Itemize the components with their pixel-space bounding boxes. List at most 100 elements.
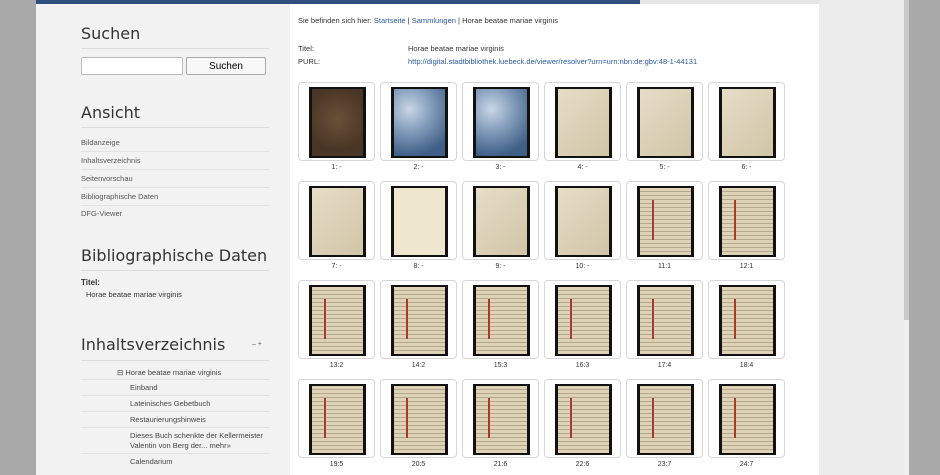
toc-item-root[interactable]: ⊟ Horae beatae mariae virginis [117, 368, 221, 377]
thumbnail-item[interactable]: 11:1 [626, 181, 703, 270]
page-scan-image[interactable] [637, 186, 694, 257]
thumbnail-frame[interactable] [462, 82, 539, 161]
thumbnail-frame[interactable] [544, 181, 621, 260]
thumbnail-item[interactable]: 10: - [544, 181, 621, 270]
purl-link[interactable]: http://digital.stadtbibliothek.luebeck.d… [408, 57, 697, 66]
thumbnail-item[interactable]: 1: - [298, 82, 375, 171]
thumbnail-item[interactable]: 17:4 [626, 280, 703, 369]
scrollbar-thumb[interactable] [904, 0, 909, 320]
thumbnail-item[interactable]: 6: - [708, 82, 785, 171]
page-scan-image[interactable] [555, 87, 612, 158]
thumbnail-item[interactable]: 8: - [380, 181, 457, 270]
thumbnail-item[interactable]: 23:7 [626, 379, 703, 468]
thumbnail-frame[interactable] [708, 379, 785, 458]
page-scan-image[interactable] [719, 384, 776, 455]
page-scan-image[interactable] [637, 285, 694, 356]
thumbnail-frame[interactable] [626, 82, 703, 161]
page-scan-image[interactable] [309, 87, 366, 158]
page-scan-image[interactable] [391, 285, 448, 356]
page-scan-image[interactable] [473, 186, 530, 257]
view-link-page-preview[interactable]: Seitenvorschau [81, 174, 133, 183]
page-scan-image[interactable] [473, 87, 530, 158]
thumbnail-frame[interactable] [708, 280, 785, 359]
page-scan-image[interactable] [719, 186, 776, 257]
thumbnail-label: 7: - [331, 263, 342, 270]
thumbnail-frame[interactable] [380, 379, 457, 458]
page-scan-image[interactable] [637, 384, 694, 455]
page-scan-image[interactable] [555, 285, 612, 356]
toc-item-einband[interactable]: Einband [130, 383, 158, 392]
page-scan-image[interactable] [391, 87, 448, 158]
rubric-mark [734, 398, 736, 438]
page-scan-image[interactable] [391, 186, 448, 257]
page-scan-image[interactable] [391, 384, 448, 455]
thumbnail-item[interactable]: 12:1 [708, 181, 785, 270]
thumbnail-item[interactable]: 5: - [626, 82, 703, 171]
search-button[interactable]: Suchen [186, 57, 266, 75]
thumbnail-label: 22:6 [575, 461, 590, 468]
thumbnail-frame[interactable] [380, 181, 457, 260]
thumbnail-frame[interactable] [298, 82, 375, 161]
thumbnail-item[interactable]: 3: - [462, 82, 539, 171]
thumbnail-frame[interactable] [298, 181, 375, 260]
toc-item-schenkung-line1[interactable]: Dieses Buch schenkte der Kellermeister [130, 431, 263, 440]
thumbnail-item[interactable]: 15:3 [462, 280, 539, 369]
thumbnail-frame[interactable] [544, 379, 621, 458]
thumbnail-frame[interactable] [380, 82, 457, 161]
page-scan-image[interactable] [555, 384, 612, 455]
search-input[interactable] [81, 57, 183, 75]
thumbnail-item[interactable]: 16:3 [544, 280, 621, 369]
thumbnail-label: 18:4 [739, 362, 754, 369]
thumbnail-label: 14:2 [411, 362, 426, 369]
thumbnail-item[interactable]: 9: - [462, 181, 539, 270]
toc-item-schenkung-line2[interactable]: Valentin von Berg der... mehr» [130, 441, 231, 450]
view-link-dfg-viewer[interactable]: DFG-Viewer [81, 209, 122, 218]
rubric-mark [488, 398, 490, 438]
divider [81, 360, 269, 361]
thumbnail-item[interactable]: 14:2 [380, 280, 457, 369]
thumbnail-frame[interactable] [708, 181, 785, 260]
thumbnail-frame[interactable] [462, 280, 539, 359]
view-link-bibliographic[interactable]: Bibliographische Daten [81, 192, 158, 201]
thumbnail-frame[interactable] [298, 280, 375, 359]
thumbnail-item[interactable]: 2: - [380, 82, 457, 171]
thumbnail-label: 20:5 [411, 461, 426, 468]
thumbnail-item[interactable]: 24:7 [708, 379, 785, 468]
view-link-image[interactable]: Bildanzeige [81, 138, 120, 147]
thumbnail-frame[interactable] [626, 280, 703, 359]
thumbnail-frame[interactable] [298, 379, 375, 458]
toc-item-calendarium[interactable]: Calendarium [130, 457, 173, 466]
page-scan-image[interactable] [555, 186, 612, 257]
thumbnail-item[interactable]: 4: - [544, 82, 621, 171]
page-scan-image[interactable] [473, 384, 530, 455]
page-scan-image[interactable] [719, 87, 776, 158]
thumbnail-item[interactable]: 22:6 [544, 379, 621, 468]
thumbnail-item[interactable]: 21:6 [462, 379, 539, 468]
thumbnail-item[interactable]: 20:5 [380, 379, 457, 468]
page-scan-image[interactable] [637, 87, 694, 158]
breadcrumb-separator: | [458, 16, 460, 25]
page-scan-image[interactable] [719, 285, 776, 356]
thumbnail-frame[interactable] [462, 379, 539, 458]
thumbnail-item[interactable]: 7: - [298, 181, 375, 270]
page-scan-image[interactable] [309, 186, 366, 257]
thumbnail-item[interactable]: 13:2 [298, 280, 375, 369]
thumbnail-frame[interactable] [626, 181, 703, 260]
toc-item-gebetbuch[interactable]: Lateinisches Gebetbuch [130, 399, 210, 408]
thumbnail-frame[interactable] [462, 181, 539, 260]
page-scan-image[interactable] [309, 285, 366, 356]
thumbnail-frame[interactable] [626, 379, 703, 458]
view-link-toc[interactable]: Inhaltsverzeichnis [81, 156, 141, 165]
toc-item-restaurierung[interactable]: Restaurierungshinweis [130, 415, 206, 424]
thumbnail-frame[interactable] [708, 82, 785, 161]
thumbnail-frame[interactable] [544, 280, 621, 359]
thumbnail-frame[interactable] [544, 82, 621, 161]
breadcrumb-collections-link[interactable]: Sammlungen [412, 16, 456, 25]
thumbnail-frame[interactable] [380, 280, 457, 359]
page-scan-image[interactable] [309, 384, 366, 455]
breadcrumb-home-link[interactable]: Startseite [374, 16, 406, 25]
thumbnail-item[interactable]: 19:5 [298, 379, 375, 468]
thumbnail-item[interactable]: 18:4 [708, 280, 785, 369]
toc-expand-collapse-icon[interactable]: – + [252, 341, 262, 348]
page-scan-image[interactable] [473, 285, 530, 356]
